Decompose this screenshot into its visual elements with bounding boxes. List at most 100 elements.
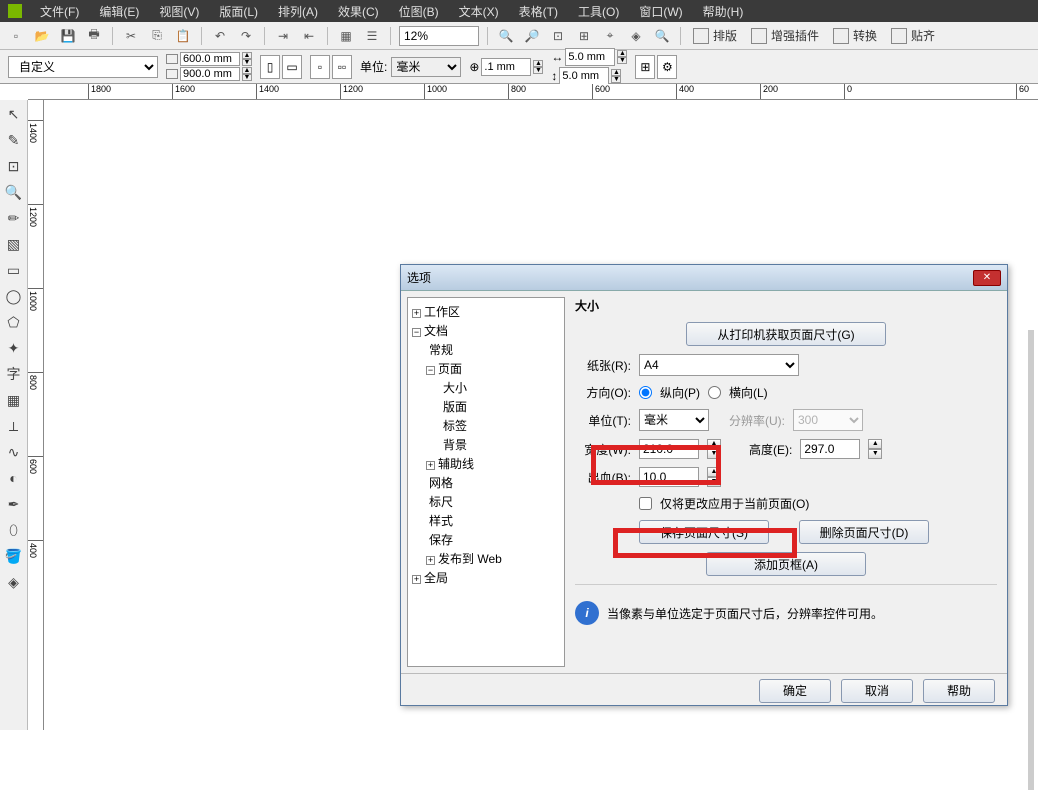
tree-styles: 样式 xyxy=(429,514,453,528)
new-icon[interactable]: ▫ xyxy=(6,26,26,46)
info-icon: i xyxy=(575,601,599,625)
import-icon[interactable]: ⇥ xyxy=(273,26,293,46)
menu-effects[interactable]: 效果(C) xyxy=(328,3,389,20)
menu-file[interactable]: 文件(F) xyxy=(30,3,89,20)
unit-label: 单位(T): xyxy=(575,412,631,429)
open-icon[interactable]: 📂 xyxy=(32,26,52,46)
undo-icon[interactable]: ↶ xyxy=(210,26,230,46)
menu-bitmap[interactable]: 位图(B) xyxy=(389,3,449,20)
freehand-tool[interactable]: ✏ xyxy=(4,208,24,228)
portrait-radio[interactable] xyxy=(639,386,652,399)
options-tree[interactable]: +工作区 −文档 常规 −页面 大小 版面 标签 背景 +辅助线 网格 标尺 样… xyxy=(407,297,565,667)
unit-select[interactable]: 毫米 xyxy=(639,409,709,431)
options-button[interactable]: ⚙ xyxy=(657,55,677,79)
welcome-icon[interactable]: ☰ xyxy=(362,26,382,46)
dup-y-input[interactable] xyxy=(559,67,609,85)
outline-tool[interactable]: ⬯ xyxy=(4,520,24,540)
highlight-bleed xyxy=(591,445,721,485)
zoom-in-icon[interactable]: 🔍 xyxy=(496,26,516,46)
menu-help[interactable]: 帮助(H) xyxy=(693,3,754,20)
close-icon[interactable]: ✕ xyxy=(973,270,1001,286)
export-icon[interactable]: ⇤ xyxy=(299,26,319,46)
units-select[interactable]: 毫米 xyxy=(391,57,461,77)
menu-edit[interactable]: 编辑(E) xyxy=(89,3,149,20)
help-button[interactable]: 帮助 xyxy=(923,679,995,703)
menu-window[interactable]: 窗口(W) xyxy=(629,3,692,20)
tree-web: 发布到 Web xyxy=(438,552,502,566)
text-tool[interactable]: 字 xyxy=(4,364,24,384)
enhance-plugin[interactable]: 增强插件 xyxy=(747,27,823,44)
ok-button[interactable]: 确定 xyxy=(759,679,831,703)
dup-x-input[interactable] xyxy=(565,48,615,66)
page-height-input[interactable] xyxy=(180,67,240,81)
tree-rulers: 标尺 xyxy=(429,495,453,509)
delete-size-button[interactable]: 删除页面尺寸(D) xyxy=(799,520,929,544)
shape-tool[interactable]: ✎ xyxy=(4,130,24,150)
table-tool[interactable]: ▦ xyxy=(4,390,24,410)
res-label: 分辨率(U): xyxy=(729,412,785,429)
rectangle-tool[interactable]: ▭ xyxy=(4,260,24,280)
single-page-button[interactable]: ▫ xyxy=(310,55,330,79)
interactive-tool[interactable]: ◐ xyxy=(4,468,24,488)
snap-feature[interactable]: 贴齐 xyxy=(887,27,939,44)
menu-arrange[interactable]: 排列(A) xyxy=(268,3,328,20)
menu-table[interactable]: 表格(T) xyxy=(509,3,568,20)
page-width-input[interactable] xyxy=(180,52,240,66)
layout-feature[interactable]: 排版 xyxy=(689,27,741,44)
portrait-button[interactable]: ▯ xyxy=(260,55,280,79)
zoom-sel-icon[interactable]: ⌖ xyxy=(600,26,620,46)
page-layout-group: ▫ ▫▫ xyxy=(310,55,352,79)
cut-icon[interactable]: ✂ xyxy=(121,26,141,46)
tree-workspace: 工作区 xyxy=(424,305,460,319)
toolbox: ↖ ✎ ⊡ 🔍 ✏ ▧ ▭ ◯ ⬠ ✦ 字 ▦ ⟂ ∿ ◐ ✒ ⬯ 🪣 ◈ xyxy=(0,100,28,730)
convert-feature[interactable]: 转换 xyxy=(829,27,881,44)
menu-bar: 文件(F) 编辑(E) 视图(V) 版面(L) 排列(A) 效果(C) 位图(B… xyxy=(0,0,1038,22)
from-printer-button[interactable]: 从打印机获取页面尺寸(G) xyxy=(686,322,886,346)
eyedropper-tool[interactable]: ✒ xyxy=(4,494,24,514)
menu-view[interactable]: 视图(V) xyxy=(149,3,209,20)
zoom-select[interactable] xyxy=(399,26,479,46)
polygon-tool[interactable]: ⬠ xyxy=(4,312,24,332)
paper-select[interactable]: A4 xyxy=(639,354,799,376)
dialog-titlebar[interactable]: 选项 ✕ xyxy=(401,265,1007,291)
facing-page-button[interactable]: ▫▫ xyxy=(332,55,352,79)
menu-tools[interactable]: 工具(O) xyxy=(568,3,629,20)
page-dimensions: ▲▼ ▲▼ xyxy=(166,52,252,81)
zoom-all-icon[interactable]: ◈ xyxy=(626,26,646,46)
smart-fill-tool[interactable]: ▧ xyxy=(4,234,24,254)
zoom-page-icon[interactable]: ⊞ xyxy=(574,26,594,46)
connector-tool[interactable]: ∿ xyxy=(4,442,24,462)
copy-icon[interactable]: ⎘ xyxy=(147,26,167,46)
dialog-title: 选项 xyxy=(407,269,431,286)
save-icon[interactable]: 💾 xyxy=(58,26,78,46)
ellipse-tool[interactable]: ◯ xyxy=(4,286,24,306)
landscape-radio[interactable] xyxy=(708,386,721,399)
app-launcher-icon[interactable]: ▦ xyxy=(336,26,356,46)
landscape-button[interactable]: ▭ xyxy=(282,55,302,79)
fill-tool[interactable]: 🪣 xyxy=(4,546,24,566)
menu-layout[interactable]: 版面(L) xyxy=(209,3,268,20)
pick-tool[interactable]: ↖ xyxy=(4,104,24,124)
panel-heading: 大小 xyxy=(575,297,997,314)
print-icon[interactable]: 🖶 xyxy=(84,26,104,46)
orientation-group: ▯ ▭ xyxy=(260,55,302,79)
zoom-custom-icon[interactable]: 🔍 xyxy=(652,26,672,46)
menu-text[interactable]: 文本(X) xyxy=(449,3,509,20)
apply-current-checkbox[interactable] xyxy=(639,497,652,510)
dimension-tool[interactable]: ⟂ xyxy=(4,416,24,436)
dup-y-icon: ↕ xyxy=(551,69,557,83)
cancel-button[interactable]: 取消 xyxy=(841,679,913,703)
zoom-tool[interactable]: 🔍 xyxy=(4,182,24,202)
height-input[interactable] xyxy=(800,439,860,459)
basic-shapes-tool[interactable]: ✦ xyxy=(4,338,24,358)
redo-icon[interactable]: ↷ xyxy=(236,26,256,46)
interactive-fill-tool[interactable]: ◈ xyxy=(4,572,24,592)
paste-icon[interactable]: 📋 xyxy=(173,26,193,46)
nudge-input[interactable] xyxy=(481,58,531,76)
zoom-out-icon[interactable]: 🔎 xyxy=(522,26,542,46)
page-preset-select[interactable]: 自定义 xyxy=(8,56,158,78)
extra-buttons: ⊞ ⚙ xyxy=(635,55,677,79)
zoom-fit-icon[interactable]: ⊡ xyxy=(548,26,568,46)
treat-as-button[interactable]: ⊞ xyxy=(635,55,655,79)
crop-tool[interactable]: ⊡ xyxy=(4,156,24,176)
